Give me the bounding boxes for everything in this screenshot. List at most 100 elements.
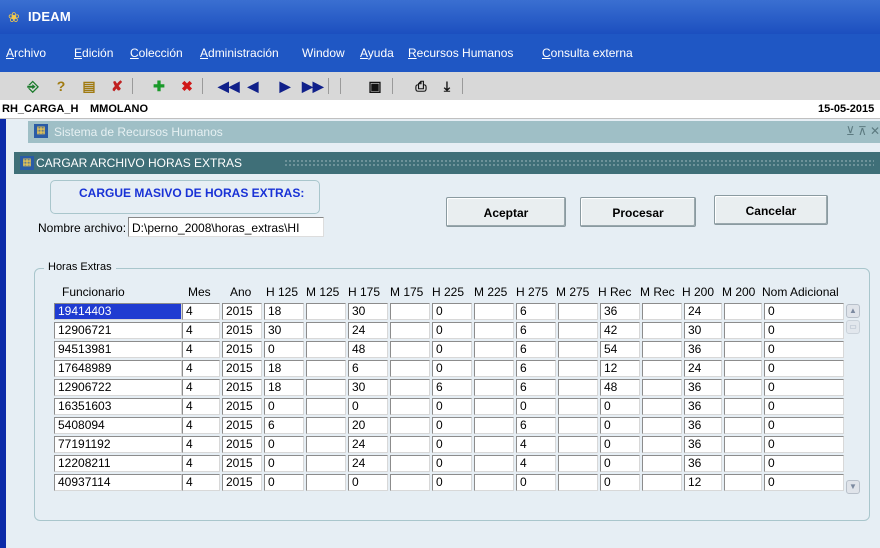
table-cell[interactable] bbox=[724, 417, 762, 434]
table-cell[interactable] bbox=[474, 417, 514, 434]
table-cell[interactable] bbox=[390, 322, 430, 339]
table-cell[interactable]: 4 bbox=[182, 474, 220, 491]
table-cell[interactable]: 0 bbox=[348, 474, 388, 491]
outer-window-title-bar[interactable]: ▦ Sistema de Recursos Humanos ⊻ ⊼ ✕ bbox=[28, 121, 880, 143]
table-cell[interactable]: 48 bbox=[600, 379, 640, 396]
table-cell[interactable]: 16351603 bbox=[54, 398, 182, 415]
table-cell[interactable] bbox=[558, 360, 598, 377]
table-cell[interactable]: 36 bbox=[684, 455, 722, 472]
table-cell[interactable]: 42 bbox=[600, 322, 640, 339]
table-cell[interactable]: 12 bbox=[684, 474, 722, 491]
table-cell[interactable] bbox=[558, 322, 598, 339]
table-cell[interactable]: 18 bbox=[264, 360, 304, 377]
table-cell[interactable] bbox=[558, 474, 598, 491]
table-cell[interactable] bbox=[474, 474, 514, 491]
table-cell[interactable]: 6 bbox=[432, 379, 472, 396]
table-cell[interactable]: 19414403 bbox=[54, 303, 182, 320]
table-cell[interactable]: 0 bbox=[432, 417, 472, 434]
table-cell[interactable]: 0 bbox=[264, 341, 304, 358]
table-cell[interactable]: 6 bbox=[516, 379, 556, 396]
table-cell[interactable] bbox=[306, 379, 346, 396]
table-cell[interactable]: 6 bbox=[516, 322, 556, 339]
save-icon[interactable]: ▣ bbox=[366, 77, 384, 95]
accept-button[interactable]: Aceptar bbox=[446, 197, 566, 227]
table-cell[interactable]: 0 bbox=[764, 436, 844, 453]
table-cell[interactable] bbox=[474, 455, 514, 472]
last-record-icon[interactable]: ▶▶ bbox=[302, 77, 324, 95]
table-cell[interactable] bbox=[642, 417, 682, 434]
table-cell[interactable]: 18 bbox=[264, 379, 304, 396]
table-cell[interactable]: 48 bbox=[348, 341, 388, 358]
table-cell[interactable] bbox=[474, 303, 514, 320]
table-cell[interactable] bbox=[306, 474, 346, 491]
table-cell[interactable] bbox=[558, 455, 598, 472]
table-cell[interactable]: 30 bbox=[348, 303, 388, 320]
table-cell[interactable] bbox=[306, 341, 346, 358]
table-cell[interactable]: 0 bbox=[432, 474, 472, 491]
menu-item-edici-n[interactable]: Edición bbox=[74, 46, 113, 60]
table-cell[interactable] bbox=[306, 303, 346, 320]
table-cell[interactable]: 0 bbox=[264, 455, 304, 472]
table-cell[interactable]: 0 bbox=[764, 455, 844, 472]
table-cell[interactable] bbox=[390, 360, 430, 377]
table-cell[interactable]: 30 bbox=[264, 322, 304, 339]
table-cell[interactable]: 0 bbox=[432, 436, 472, 453]
table-cell[interactable]: 0 bbox=[432, 455, 472, 472]
table-cell[interactable]: 0 bbox=[516, 398, 556, 415]
download-icon[interactable]: ⤓ bbox=[438, 77, 456, 95]
table-cell[interactable] bbox=[642, 379, 682, 396]
table-cell[interactable]: 0 bbox=[764, 341, 844, 358]
table-cell[interactable]: 36 bbox=[684, 436, 722, 453]
table-cell[interactable]: 24 bbox=[684, 303, 722, 320]
table-cell[interactable]: 20 bbox=[348, 417, 388, 434]
menu-item-window[interactable]: Window bbox=[302, 46, 345, 60]
table-cell[interactable]: 4 bbox=[182, 303, 220, 320]
table-cell[interactable] bbox=[474, 379, 514, 396]
exit-icon[interactable]: ⎆ bbox=[24, 77, 42, 95]
table-cell[interactable] bbox=[642, 341, 682, 358]
table-cell[interactable] bbox=[390, 303, 430, 320]
table-cell[interactable]: 0 bbox=[764, 474, 844, 491]
table-cell[interactable] bbox=[390, 417, 430, 434]
table-cell[interactable] bbox=[724, 360, 762, 377]
table-cell[interactable] bbox=[724, 322, 762, 339]
table-cell[interactable]: 30 bbox=[684, 322, 722, 339]
table-cell[interactable]: 24 bbox=[348, 455, 388, 472]
table-cell[interactable]: 0 bbox=[764, 322, 844, 339]
cancel-query-icon[interactable]: ✘ bbox=[108, 77, 126, 95]
table-cell[interactable] bbox=[642, 474, 682, 491]
table-cell[interactable] bbox=[390, 379, 430, 396]
dialog-title-bar[interactable]: ▦ CARGAR ARCHIVO HORAS EXTRAS bbox=[14, 152, 880, 174]
delete-record-icon[interactable]: ✖ bbox=[178, 77, 196, 95]
table-cell[interactable]: 2015 bbox=[222, 417, 262, 434]
process-button[interactable]: Procesar bbox=[580, 197, 696, 227]
table-cell[interactable] bbox=[642, 455, 682, 472]
table-cell[interactable]: 17648989 bbox=[54, 360, 182, 377]
table-cell[interactable] bbox=[390, 436, 430, 453]
table-cell[interactable]: 12906721 bbox=[54, 322, 182, 339]
table-cell[interactable]: 12 bbox=[600, 360, 640, 377]
menu-item-archivo[interactable]: Archivo bbox=[6, 46, 46, 60]
table-cell[interactable]: 0 bbox=[264, 474, 304, 491]
table-cell[interactable] bbox=[642, 322, 682, 339]
table-cell[interactable]: 77191192 bbox=[54, 436, 182, 453]
query-icon[interactable]: ? bbox=[52, 77, 70, 95]
table-cell[interactable]: 36 bbox=[684, 398, 722, 415]
cancel-button[interactable]: Cancelar bbox=[714, 195, 828, 225]
table-cell[interactable] bbox=[474, 398, 514, 415]
table-cell[interactable]: 2015 bbox=[222, 341, 262, 358]
table-cell[interactable]: 36 bbox=[600, 303, 640, 320]
table-cell[interactable] bbox=[642, 360, 682, 377]
print-icon[interactable]: ⎙ bbox=[412, 77, 430, 95]
table-cell[interactable]: 36 bbox=[684, 379, 722, 396]
table-cell[interactable]: 0 bbox=[432, 398, 472, 415]
table-cell[interactable] bbox=[474, 341, 514, 358]
table-cell[interactable] bbox=[390, 474, 430, 491]
maximize-icon[interactable]: ⊼ bbox=[858, 124, 867, 138]
table-cell[interactable] bbox=[558, 436, 598, 453]
table-cell[interactable]: 6 bbox=[516, 360, 556, 377]
table-cell[interactable]: 0 bbox=[600, 436, 640, 453]
table-cell[interactable]: 12208211 bbox=[54, 455, 182, 472]
table-cell[interactable] bbox=[390, 455, 430, 472]
execute-query-icon[interactable]: ▤ bbox=[80, 77, 98, 95]
